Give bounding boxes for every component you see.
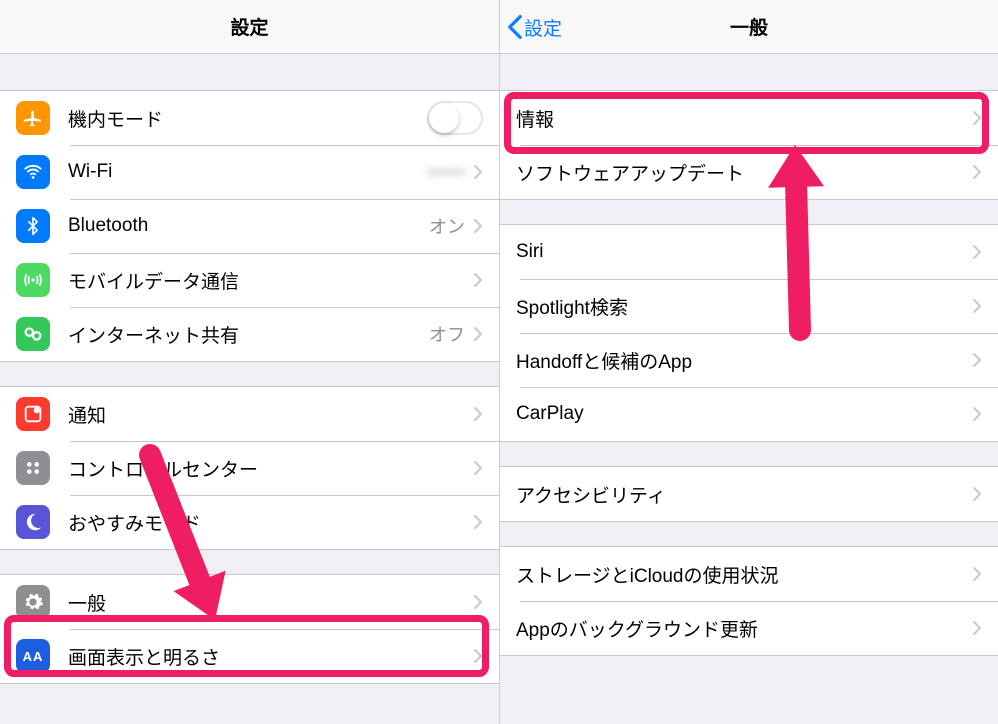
settings-row-情報[interactable]: 情報 bbox=[500, 91, 998, 145]
chevron-right-icon bbox=[473, 164, 483, 180]
settings-row-ソフトウェアアップデート[interactable]: ソフトウェアアップデート bbox=[500, 145, 998, 199]
back-label: 設定 bbox=[524, 14, 562, 41]
page-title: 設定 bbox=[230, 13, 268, 40]
row-label: Appのバックグラウンド更新 bbox=[516, 615, 972, 642]
chevron-right-icon bbox=[473, 326, 483, 342]
settings-row-Appのバックグラウンド更新[interactable]: Appのバックグラウンド更新 bbox=[500, 601, 998, 655]
chevron-right-icon bbox=[473, 272, 483, 288]
row-label: Wi-Fi bbox=[68, 161, 427, 183]
nav-bar: 設定 bbox=[0, 0, 499, 54]
settings-row-モバイルデータ通信[interactable]: モバイルデータ通信 bbox=[0, 253, 499, 307]
settings-group: ストレージとiCloudの使用状況 Appのバックグラウンド更新 bbox=[500, 546, 998, 656]
back-button[interactable]: 設定 bbox=[506, 0, 562, 54]
settings-group: 通知コントロールセンターおやすみモード bbox=[0, 386, 499, 550]
settings-row-ストレージとiCloudの使用状況[interactable]: ストレージとiCloudの使用状況 bbox=[500, 547, 998, 601]
chevron-right-icon bbox=[473, 218, 483, 234]
hotspot-icon bbox=[16, 317, 50, 351]
settings-row-アクセシビリティ[interactable]: アクセシビリティ bbox=[500, 467, 998, 521]
row-label: Bluetooth bbox=[68, 215, 429, 237]
nav-bar: 設定 一般 bbox=[500, 0, 998, 54]
settings-group: Siri Spotlight検索 Handoffと候補のApp CarPlay bbox=[500, 224, 998, 442]
settings-row-Siri[interactable]: Siri bbox=[500, 225, 998, 279]
row-label: 画面表示と明るさ bbox=[68, 643, 473, 670]
row-label: 通知 bbox=[68, 401, 473, 428]
chevron-right-icon bbox=[473, 594, 483, 610]
toggle-switch[interactable] bbox=[427, 101, 483, 135]
do-not-disturb-icon bbox=[16, 505, 50, 539]
row-label: ストレージとiCloudの使用状況 bbox=[516, 561, 972, 588]
row-label: アクセシビリティ bbox=[516, 481, 972, 508]
chevron-right-icon bbox=[473, 460, 483, 476]
chevron-right-icon bbox=[972, 406, 982, 422]
chevron-right-icon bbox=[473, 406, 483, 422]
row-label: CarPlay bbox=[516, 403, 972, 425]
chevron-right-icon bbox=[473, 514, 483, 530]
page-title: 一般 bbox=[730, 13, 768, 40]
settings-group: 情報ソフトウェアアップデート bbox=[500, 90, 998, 200]
chevron-right-icon bbox=[972, 110, 982, 126]
row-label: 機内モード bbox=[68, 105, 427, 132]
settings-group: 一般 AA 画面表示と明るさ bbox=[0, 574, 499, 684]
row-label: ソフトウェアアップデート bbox=[516, 159, 972, 186]
row-label: おやすみモード bbox=[68, 509, 473, 536]
row-label: Siri bbox=[516, 241, 972, 263]
chevron-right-icon bbox=[972, 298, 982, 314]
row-label: Handoffと候補のApp bbox=[516, 347, 972, 374]
chevron-right-icon bbox=[972, 566, 982, 582]
airplane-icon bbox=[16, 101, 50, 135]
settings-group: アクセシビリティ bbox=[500, 466, 998, 522]
row-value: •••••• bbox=[427, 162, 465, 183]
chevron-right-icon bbox=[972, 486, 982, 502]
settings-row-通知[interactable]: 通知 bbox=[0, 387, 499, 441]
settings-row-画面表示と明るさ[interactable]: AA 画面表示と明るさ bbox=[0, 629, 499, 683]
settings-row-インターネット共有[interactable]: インターネット共有オフ bbox=[0, 307, 499, 361]
row-value: オフ bbox=[429, 321, 465, 347]
row-label: コントロールセンター bbox=[68, 455, 473, 482]
row-label: インターネット共有 bbox=[68, 321, 429, 348]
wifi-icon bbox=[16, 155, 50, 189]
row-label: 一般 bbox=[68, 589, 473, 616]
chevron-right-icon bbox=[972, 620, 982, 636]
bluetooth-icon bbox=[16, 209, 50, 243]
general-icon bbox=[16, 585, 50, 619]
settings-row-おやすみモード[interactable]: おやすみモード bbox=[0, 495, 499, 549]
settings-row-Spotlight検索[interactable]: Spotlight検索 bbox=[500, 279, 998, 333]
row-label: モバイルデータ通信 bbox=[68, 267, 473, 294]
row-label: Spotlight検索 bbox=[516, 293, 972, 320]
control-center-icon bbox=[16, 451, 50, 485]
row-value: オン bbox=[429, 213, 465, 239]
settings-row-機内モード: 機内モード bbox=[0, 91, 499, 145]
row-label: 情報 bbox=[516, 105, 972, 132]
chevron-right-icon bbox=[972, 352, 982, 368]
settings-row-CarPlay[interactable]: CarPlay bbox=[500, 387, 998, 441]
chevron-right-icon bbox=[972, 164, 982, 180]
settings-row-一般[interactable]: 一般 bbox=[0, 575, 499, 629]
cellular-icon bbox=[16, 263, 50, 297]
settings-row-Handoffと候補のApp[interactable]: Handoffと候補のApp bbox=[500, 333, 998, 387]
chevron-right-icon bbox=[972, 244, 982, 260]
display-icon: AA bbox=[16, 639, 50, 673]
settings-row-Bluetooth[interactable]: Bluetoothオン bbox=[0, 199, 499, 253]
settings-row-コントロールセンター[interactable]: コントロールセンター bbox=[0, 441, 499, 495]
settings-row-Wi-Fi[interactable]: Wi-Fi•••••• bbox=[0, 145, 499, 199]
settings-group: 機内モードWi-Fi••••••Bluetoothオンモバイルデータ通信インター… bbox=[0, 90, 499, 362]
chevron-right-icon bbox=[473, 648, 483, 664]
notifications-icon bbox=[16, 397, 50, 431]
